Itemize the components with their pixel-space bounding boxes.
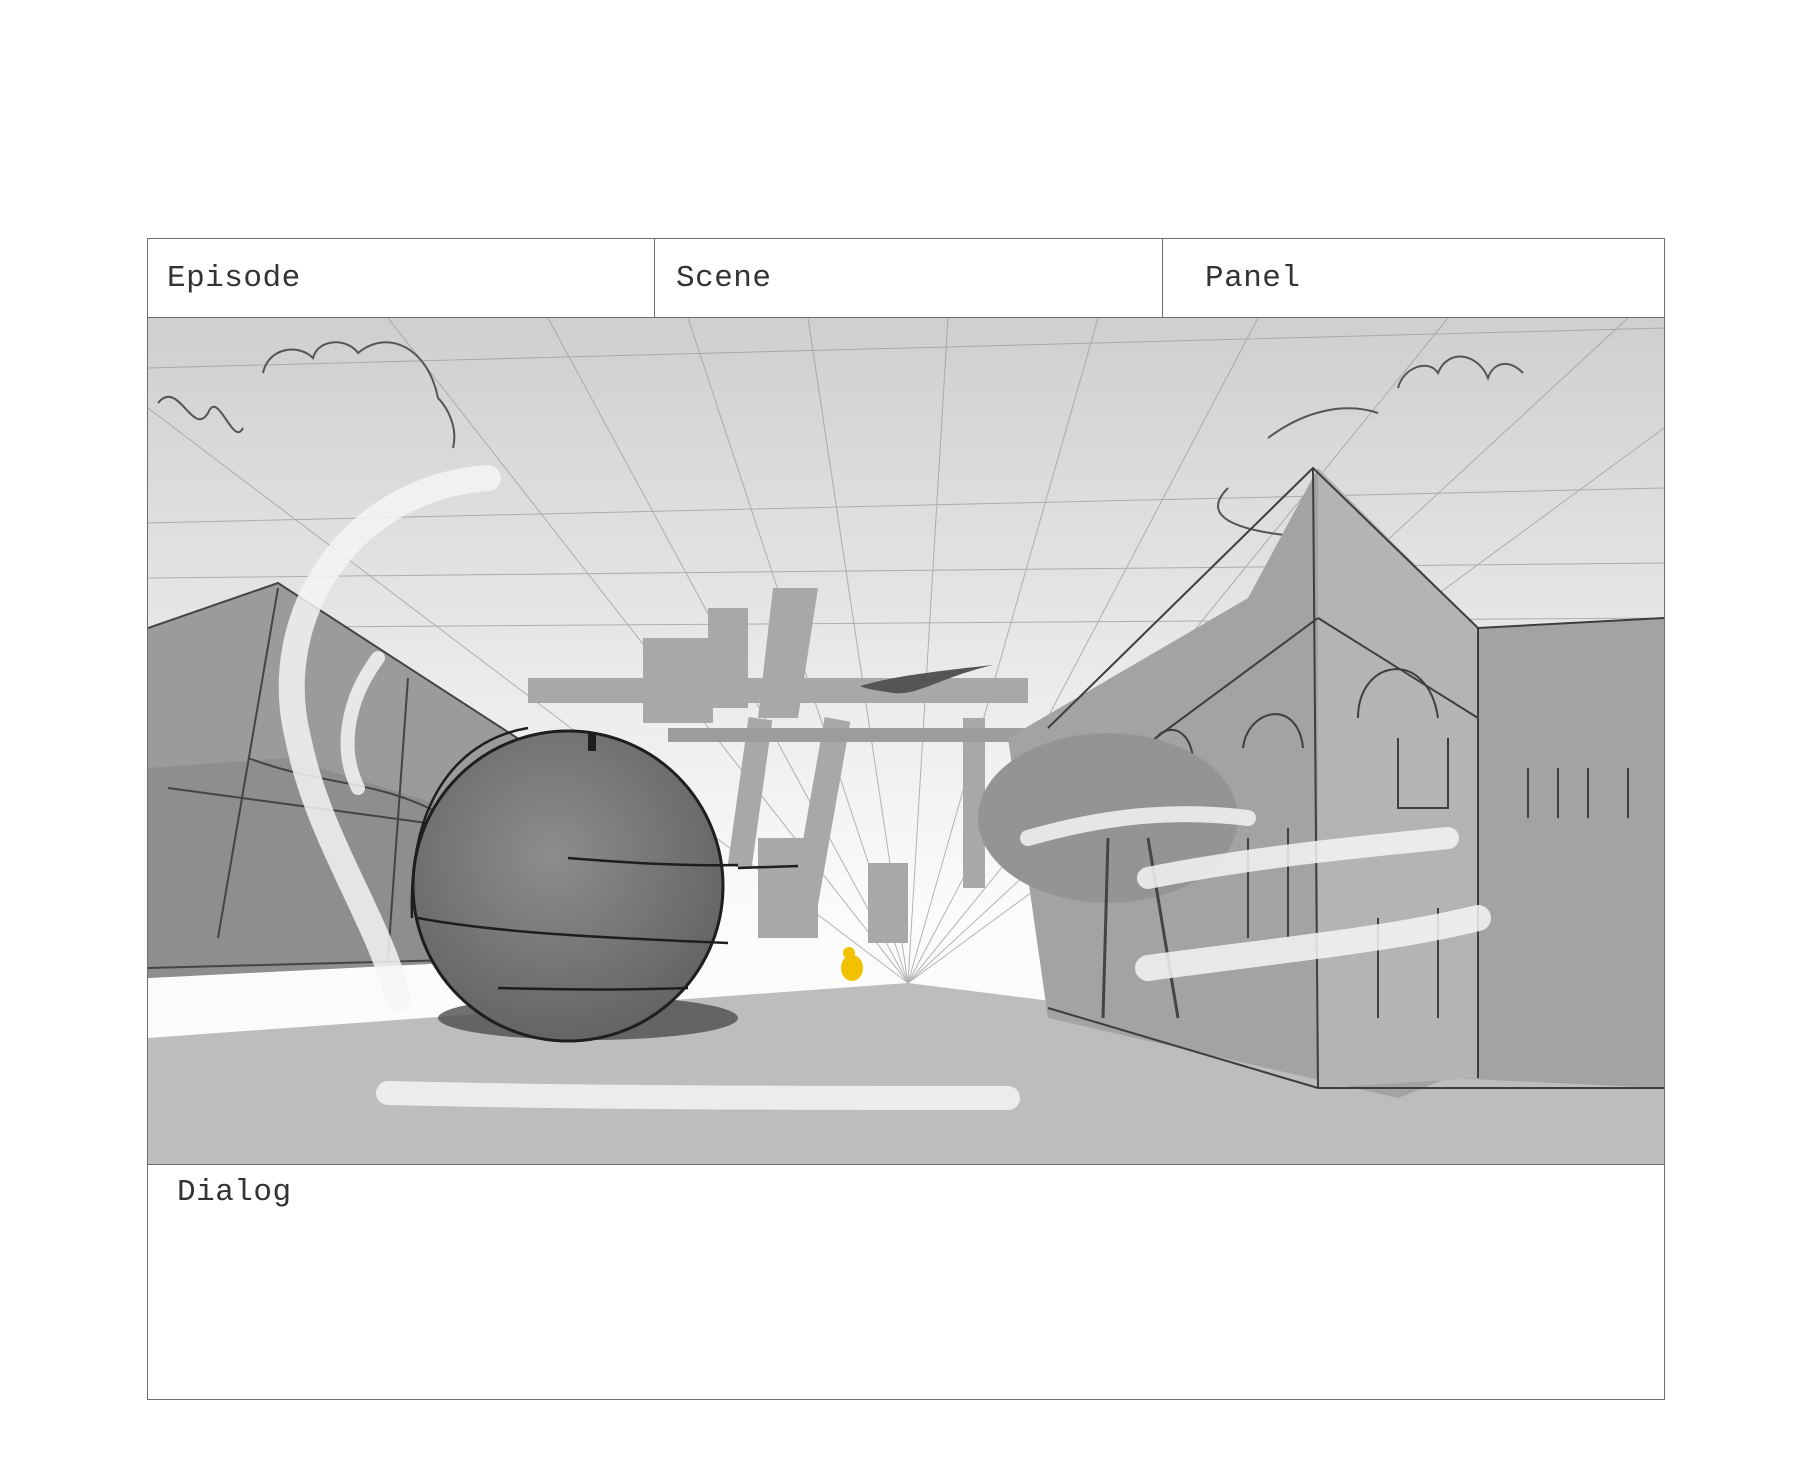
panel-label: Panel bbox=[1205, 261, 1301, 296]
storyboard-sketch bbox=[148, 318, 1664, 1164]
panel-artwork bbox=[148, 318, 1664, 1165]
storyboard-sheet: Episode Scene Panel Dialog bbox=[147, 238, 1665, 1400]
episode-label: Episode bbox=[167, 261, 301, 296]
header-row: Episode Scene Panel bbox=[148, 239, 1664, 318]
scene-field[interactable]: Scene bbox=[655, 239, 1163, 317]
dialog-field[interactable]: Dialog bbox=[148, 1165, 1664, 1399]
dialog-label: Dialog bbox=[177, 1175, 292, 1210]
episode-field[interactable]: Episode bbox=[148, 239, 655, 317]
panel-field[interactable]: Panel bbox=[1163, 239, 1664, 317]
scene-label: Scene bbox=[676, 261, 772, 296]
